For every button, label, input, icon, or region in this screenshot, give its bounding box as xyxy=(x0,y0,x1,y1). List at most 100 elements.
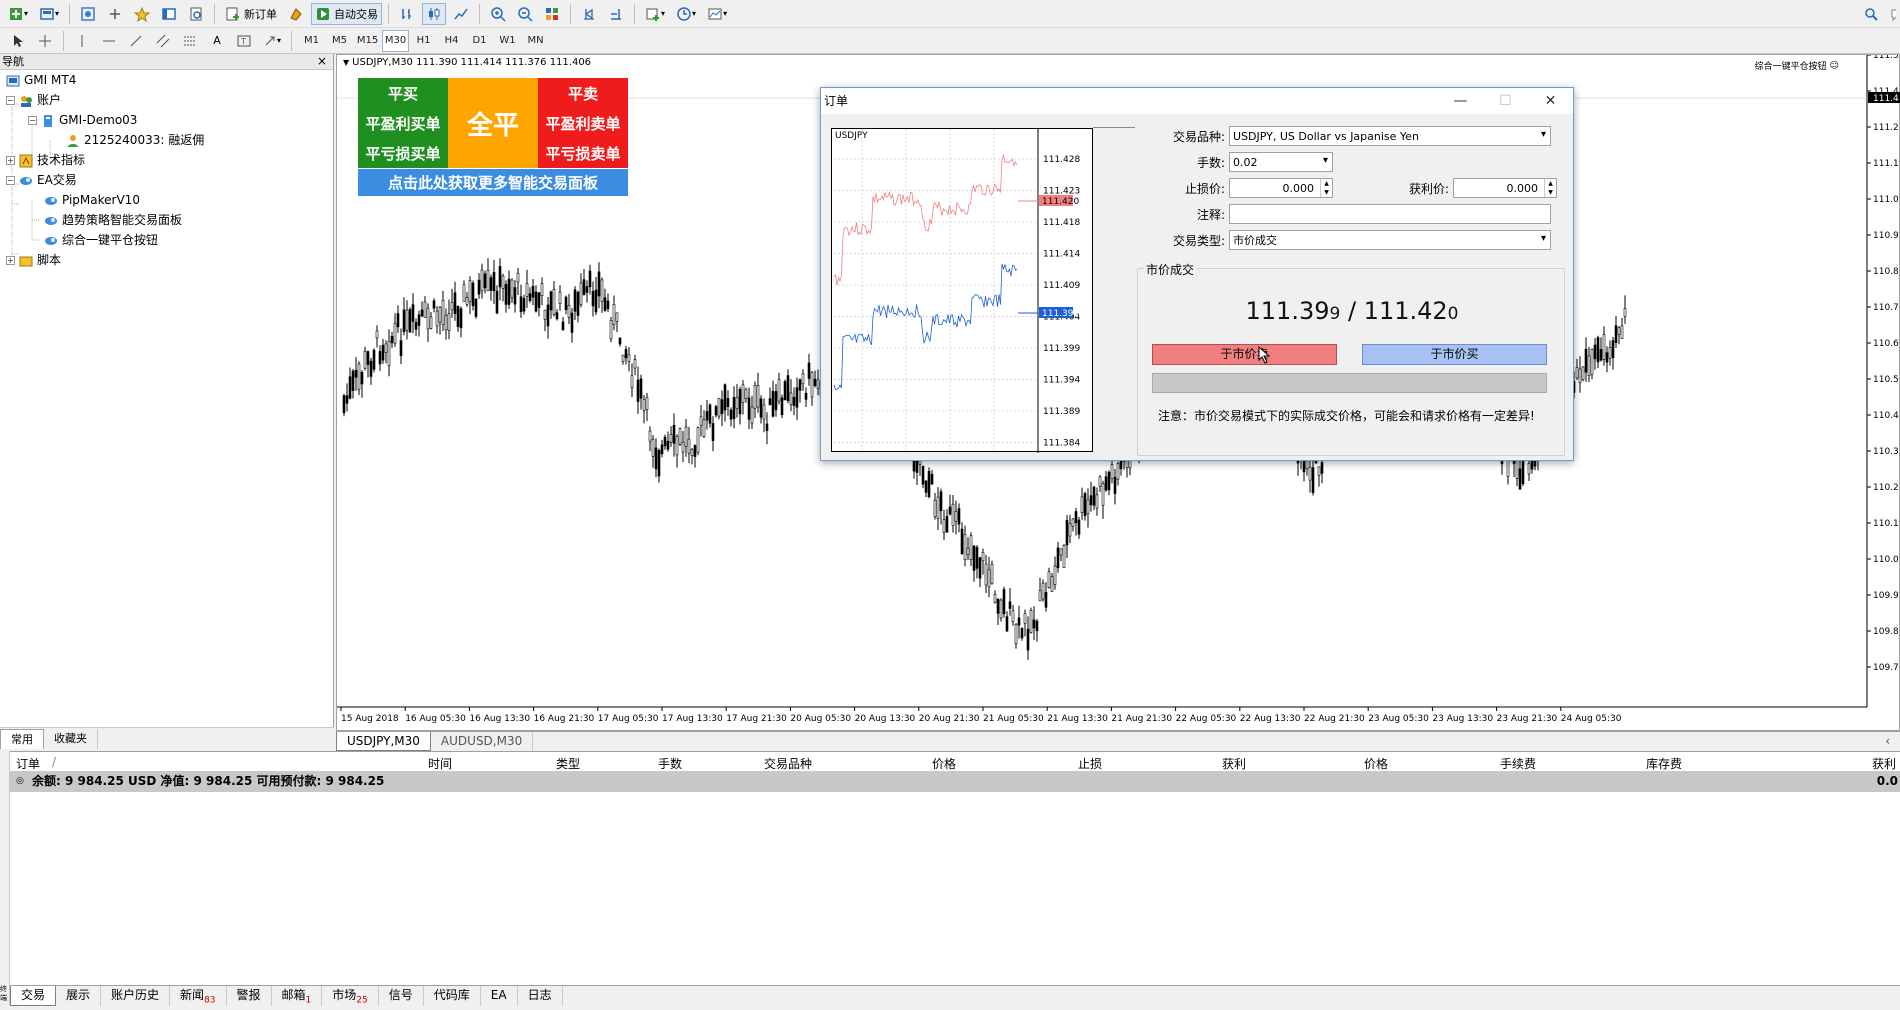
dialog-close-button[interactable]: ✕ xyxy=(1528,88,1573,114)
bar-chart-icon[interactable] xyxy=(395,3,419,25)
spinner-icon[interactable]: ▲ ▼ xyxy=(1320,179,1332,197)
trendline-icon[interactable] xyxy=(124,30,148,52)
tree-ea-trend-panel[interactable]: 趋势策略智能交易面板 xyxy=(44,211,182,230)
close-sell-button[interactable]: 平卖 xyxy=(538,78,628,108)
crosshair-icon[interactable] xyxy=(33,30,57,52)
tree-server[interactable]: − GMI-Demo03 xyxy=(28,111,137,130)
text-label-icon[interactable]: T xyxy=(232,30,256,52)
timeframe-m30[interactable]: M30 xyxy=(382,29,410,52)
symbol-select[interactable]: USDJPY, US Dollar vs Japanise Yen ▾ xyxy=(1229,126,1551,146)
terminal-tab[interactable]: 交易 xyxy=(10,986,57,1006)
tree-expert-advisors[interactable]: − EA交易 xyxy=(6,171,77,190)
indicators-icon[interactable]: ▾ xyxy=(641,3,669,25)
terminal-tab[interactable]: 邮箱1 xyxy=(272,986,323,1006)
column-header[interactable]: 价格 xyxy=(932,755,956,772)
column-header[interactable]: 类型 xyxy=(556,755,580,772)
close-profit-buy-button[interactable]: 平盈利买单 xyxy=(358,108,448,138)
sell-by-market-button[interactable]: 于市价卖 xyxy=(1152,344,1337,365)
column-header[interactable]: 止损 xyxy=(1078,755,1102,772)
tree-accounts[interactable]: − 账户 xyxy=(6,91,61,110)
templates-icon[interactable]: ▾ xyxy=(703,3,731,25)
channel-icon[interactable] xyxy=(151,30,175,52)
collapse-icon[interactable]: − xyxy=(28,116,37,125)
minimize-button[interactable]: — xyxy=(1438,88,1483,114)
terminal-tab[interactable]: 新闻83 xyxy=(170,986,227,1006)
data-window-icon[interactable] xyxy=(103,3,127,25)
balance-row[interactable]: ◎ 余额: 9 984.25 USD 净值: 9 984.25 可用预付款: 9… xyxy=(0,772,1900,792)
vertical-line-icon[interactable] xyxy=(70,30,94,52)
column-header[interactable]: 获利 xyxy=(1222,755,1246,772)
column-header[interactable]: 价格 xyxy=(1364,755,1388,772)
tree-root-gmi[interactable]: GMI MT4 xyxy=(6,71,76,90)
collapse-icon[interactable]: − xyxy=(6,96,15,105)
terminal-tab[interactable]: 日志 xyxy=(518,986,563,1006)
timeframe-d1[interactable]: D1 xyxy=(466,30,493,52)
chart-shift-icon[interactable] xyxy=(604,3,628,25)
column-header[interactable]: 库存费 xyxy=(1646,755,1682,772)
collapse-icon[interactable]: − xyxy=(6,176,15,185)
expand-icon[interactable]: + xyxy=(6,156,15,165)
close-profit-sell-button[interactable]: 平盈利卖单 xyxy=(538,108,628,138)
market-watch-icon[interactable] xyxy=(76,3,100,25)
timeframe-h1[interactable]: H1 xyxy=(410,30,437,52)
dialog-title-bar[interactable]: 订单 — ☐ ✕ xyxy=(821,88,1573,114)
close-all-button[interactable]: 全平 xyxy=(448,78,538,168)
terminal-tab[interactable]: 市场25 xyxy=(322,986,379,1006)
column-header[interactable]: 时间 xyxy=(428,755,452,772)
new-order-button[interactable]: 新订单 xyxy=(221,3,281,25)
tp-stepper[interactable]: 0.000 ▲ ▼ xyxy=(1453,178,1557,198)
new-chart-button[interactable]: ▾ xyxy=(4,3,32,25)
tabs-scroll-icon[interactable]: ‹ xyxy=(1875,732,1900,751)
navigator-tab-favorites[interactable]: 收藏夹 xyxy=(44,729,98,749)
auto-scroll-icon[interactable] xyxy=(577,3,601,25)
terminal-tab[interactable]: 账户历史 xyxy=(101,986,171,1006)
horizontal-line-icon[interactable] xyxy=(97,30,121,52)
column-header[interactable]: 交易品种 xyxy=(764,755,812,772)
timeframe-mn[interactable]: MN xyxy=(522,30,549,52)
maximize-button[interactable]: ☐ xyxy=(1483,88,1528,114)
column-header[interactable]: 订单 xyxy=(16,755,40,772)
tree-indicators[interactable]: + 技术指标 xyxy=(6,151,85,170)
tree-account-number[interactable]: 2125240033: 融返佣 xyxy=(66,131,204,150)
timeframe-m5[interactable]: M5 xyxy=(326,30,353,52)
search-icon[interactable] xyxy=(1859,3,1883,25)
order-type-select[interactable]: 市价成交 ▾ xyxy=(1229,230,1551,250)
terminal-tab[interactable]: 警报 xyxy=(227,986,272,1006)
timeframe-h4[interactable]: H4 xyxy=(438,30,465,52)
profiles-button[interactable]: ▾ xyxy=(35,3,63,25)
timeframe-m1[interactable]: M1 xyxy=(298,30,325,52)
column-header[interactable]: 手续费 xyxy=(1500,755,1536,772)
navigator-icon[interactable] xyxy=(130,3,154,25)
tree-scripts[interactable]: + 脚本 xyxy=(6,251,61,270)
tree-ea-close-all[interactable]: 综合一键平仓按钮 xyxy=(44,231,158,250)
close-loss-buy-button[interactable]: 平亏损买单 xyxy=(358,138,448,168)
chat-icon[interactable] xyxy=(1886,3,1900,25)
terminal-tab[interactable]: 代码库 xyxy=(424,986,481,1006)
chart-tab-audusd[interactable]: AUDUSD,M30 xyxy=(431,732,534,751)
line-chart-icon[interactable] xyxy=(449,3,473,25)
chart-tab-usdjpy[interactable]: USDJPY,M30 xyxy=(336,732,431,751)
expand-icon[interactable]: + xyxy=(6,256,15,265)
comment-input[interactable] xyxy=(1229,204,1551,224)
more-panels-button[interactable]: 点击此处获取更多智能交易面板 xyxy=(358,169,628,196)
close-buy-button[interactable]: 平买 xyxy=(358,78,448,108)
buy-by-market-button[interactable]: 于市价买 xyxy=(1362,344,1547,365)
terminal-tab[interactable]: EA xyxy=(481,986,518,1006)
fibonacci-icon[interactable] xyxy=(178,30,202,52)
arrows-icon[interactable]: ▾ xyxy=(259,30,285,52)
periods-icon[interactable]: ▾ xyxy=(672,3,700,25)
column-header[interactable]: 手数 xyxy=(658,755,682,772)
column-header[interactable]: 获利 xyxy=(1872,755,1896,772)
auto-trading-button[interactable]: 自动交易 xyxy=(311,2,383,25)
navigator-tab-common[interactable]: 常用 xyxy=(0,729,44,749)
terminal-tab[interactable]: 信号 xyxy=(379,986,424,1006)
volume-select[interactable]: 0.02 ▾ xyxy=(1229,152,1333,172)
close-loss-sell-button[interactable]: 平亏损卖单 xyxy=(538,138,628,168)
text-icon[interactable]: A xyxy=(205,30,229,52)
terminal-tab[interactable]: 展示 xyxy=(56,986,102,1006)
sl-stepper[interactable]: 0.000 ▲ ▼ xyxy=(1229,178,1333,198)
tile-windows-icon[interactable] xyxy=(540,3,564,25)
timeframe-w1[interactable]: W1 xyxy=(494,30,521,52)
tester-icon[interactable] xyxy=(184,3,208,25)
spinner-icon[interactable]: ▲ ▼ xyxy=(1544,179,1556,197)
